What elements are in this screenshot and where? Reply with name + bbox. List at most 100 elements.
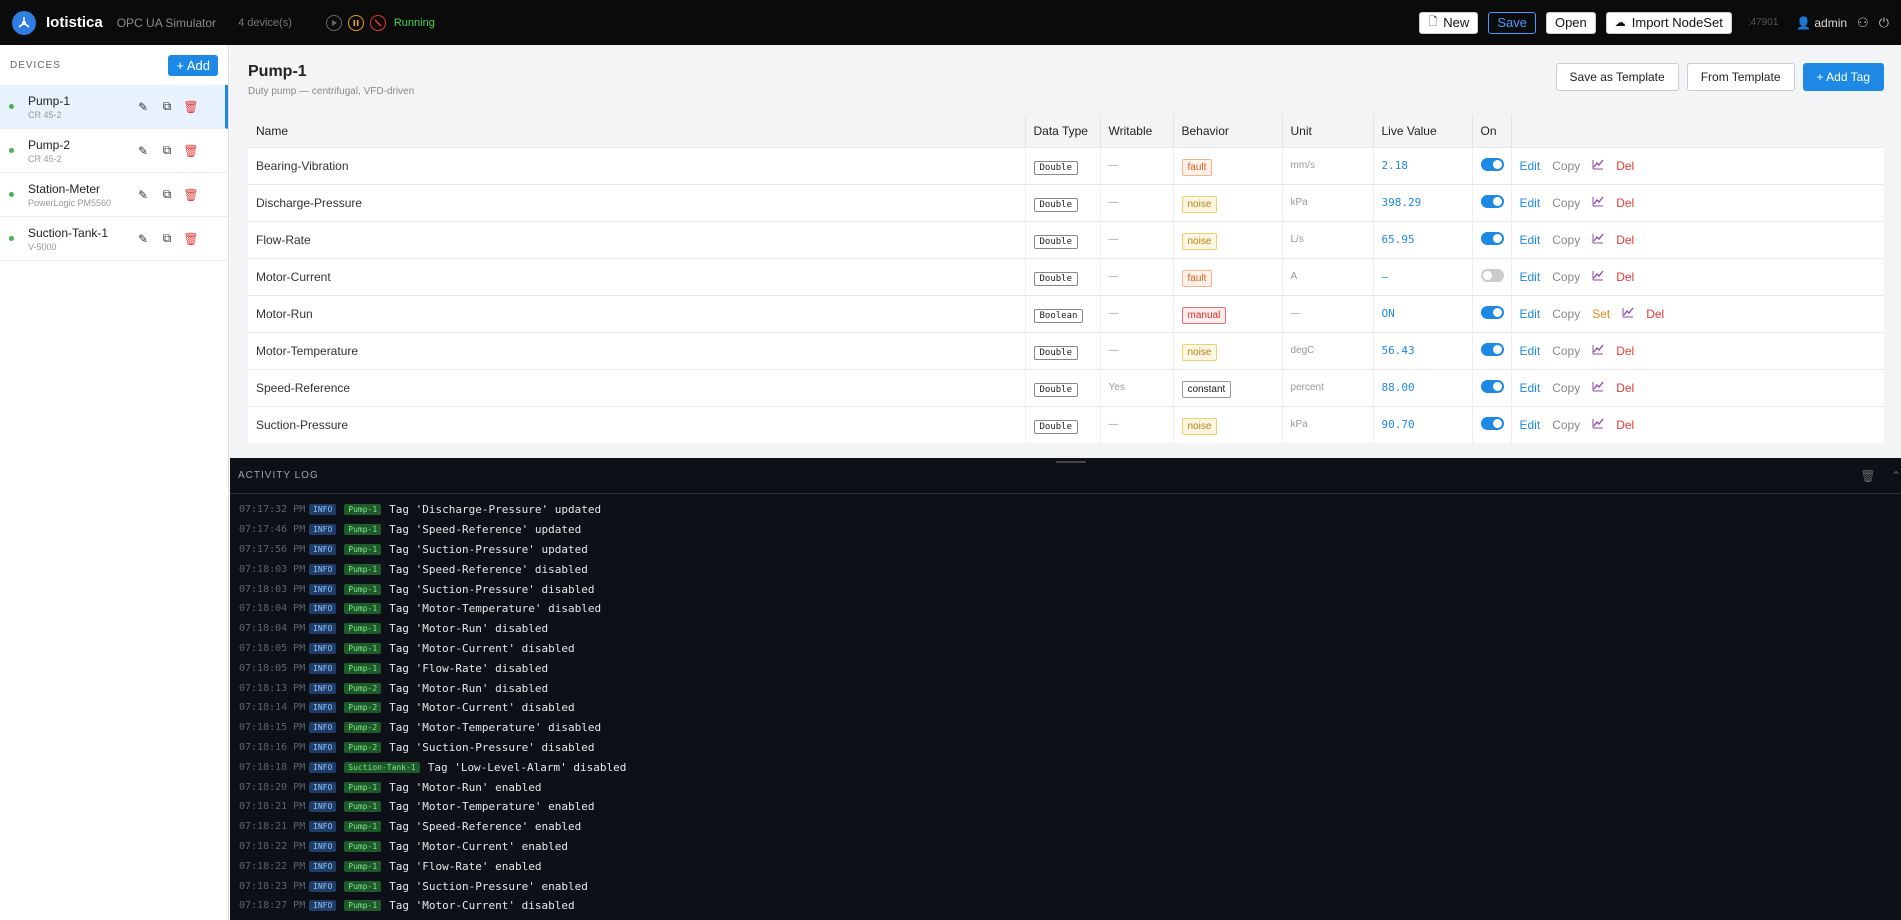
tag-unit: kPa [1281, 405, 1373, 443]
new-button[interactable]: 🗋 New [1419, 11, 1479, 34]
device-item[interactable]: Suction-Tank-1 V-5000 ✎ ⧉ 🗑 [0, 217, 228, 261]
collapse-icon[interactable]: ⌃ [1891, 469, 1901, 483]
save-as-template-button[interactable]: Save as Template [1555, 63, 1679, 91]
device-model: PowerLogic PM5560 [28, 197, 112, 208]
copy-tag-link[interactable]: Copy [1552, 307, 1580, 321]
tag-actions: Edit Copy Del [1510, 146, 1884, 184]
edit-tag-link[interactable]: Edit [1520, 270, 1541, 284]
delete-icon[interactable]: 🗑 [183, 232, 198, 246]
copy-tag-link[interactable]: Copy [1552, 159, 1580, 173]
chart-icon[interactable] [1592, 233, 1604, 247]
import-nodeset-button[interactable]: ☁ Import NodeSet [1605, 11, 1732, 34]
clear-log-icon[interactable]: 🗑 [1860, 469, 1875, 483]
edit-icon[interactable]: ✎ [136, 232, 150, 246]
users-icon[interactable]: ⚇ [1857, 15, 1869, 31]
tag-on-cell [1471, 220, 1511, 258]
duplicate-icon[interactable]: ⧉ [160, 187, 174, 202]
enable-toggle[interactable] [1480, 379, 1504, 393]
enable-toggle[interactable] [1480, 157, 1504, 171]
stop-icon[interactable] [369, 14, 386, 31]
log-message: Tag 'Suction-Pressure' updated [389, 542, 588, 556]
copy-tag-link[interactable]: Copy [1552, 270, 1580, 284]
save-button[interactable]: Save [1488, 11, 1536, 34]
data-type-badge: Double [1033, 160, 1079, 175]
delete-tag-link[interactable]: Del [1616, 159, 1634, 173]
top-bar: Iotistica OPC UA Simulator 4 device(s) R… [0, 0, 1901, 45]
from-template-button[interactable]: From Template [1686, 63, 1795, 91]
enable-toggle[interactable] [1480, 194, 1504, 208]
copy-tag-link[interactable]: Copy [1552, 233, 1580, 247]
device-model: CR 45-2 [28, 153, 62, 164]
delete-tag-link[interactable]: Del [1616, 381, 1634, 395]
log-message: Tag 'Suction-Pressure' disabled [389, 740, 595, 754]
tags-table: Name Data Type Writable Behavior Unit Li… [248, 115, 1884, 443]
log-message: Tag 'Speed-Reference' disabled [389, 562, 588, 576]
edit-tag-link[interactable]: Edit [1520, 418, 1541, 432]
log-level-badge: INFO [309, 524, 337, 536]
tag-unit: mm/s [1281, 146, 1373, 184]
log-timestamp: 07:18:27 PM [239, 900, 306, 912]
chart-icon[interactable] [1592, 270, 1604, 284]
log-timestamp: 07:18:18 PM [239, 761, 306, 773]
chart-icon[interactable] [1622, 307, 1634, 321]
copy-tag-link[interactable]: Copy [1552, 344, 1580, 358]
set-tag-link[interactable]: Set [1592, 307, 1610, 321]
column-header-live-value: Live Value [1372, 115, 1472, 147]
edit-icon[interactable]: ✎ [136, 100, 150, 114]
duplicate-icon[interactable]: ⧉ [160, 99, 174, 114]
copy-tag-link[interactable]: Copy [1552, 418, 1580, 432]
log-message: Tag 'Flow-Rate' disabled [389, 661, 549, 675]
edit-tag-link[interactable]: Edit [1520, 307, 1541, 321]
log-entry: 07:18:03 PM INFO Pump-1 Tag 'Speed-Referenc… [230, 559, 1901, 579]
chart-icon[interactable] [1592, 344, 1604, 358]
play-icon[interactable] [325, 14, 342, 31]
delete-icon[interactable]: 🗑 [183, 188, 198, 202]
user-menu[interactable]: 👤 admin [1796, 16, 1847, 30]
logout-icon[interactable]: ⏻ [1879, 15, 1889, 31]
edit-icon[interactable]: ✎ [136, 144, 150, 158]
delete-tag-link[interactable]: Del [1646, 307, 1664, 321]
chart-icon[interactable] [1592, 159, 1604, 173]
add-tag-button[interactable]: + Add Tag [1802, 63, 1884, 91]
delete-tag-link[interactable]: Del [1616, 270, 1634, 284]
resize-handle[interactable] [1056, 461, 1086, 463]
enable-toggle[interactable] [1480, 231, 1504, 245]
edit-tag-link[interactable]: Edit [1520, 159, 1541, 173]
pause-icon[interactable] [347, 14, 364, 31]
delete-tag-link[interactable]: Del [1616, 418, 1634, 432]
device-item[interactable]: Station-Meter PowerLogic PM5560 ✎ ⧉ 🗑 [0, 173, 228, 217]
enable-toggle[interactable] [1480, 416, 1504, 430]
log-device-badge: Pump-1 [344, 821, 382, 833]
behavior-badge: fault [1181, 269, 1213, 287]
enable-toggle[interactable] [1480, 342, 1504, 356]
add-device-button[interactable]: + Add [168, 54, 218, 76]
delete-tag-link[interactable]: Del [1616, 344, 1634, 358]
device-item[interactable]: Pump-2 CR 45-2 ✎ ⧉ 🗑 [0, 129, 228, 173]
delete-tag-link[interactable]: Del [1616, 196, 1634, 210]
delete-icon[interactable]: 🗑 [183, 144, 198, 158]
copy-tag-link[interactable]: Copy [1552, 196, 1580, 210]
open-button[interactable]: Open [1545, 11, 1596, 34]
log-level-badge: INFO [309, 682, 337, 694]
duplicate-icon[interactable]: ⧉ [160, 143, 174, 158]
delete-tag-link[interactable]: Del [1616, 233, 1634, 247]
device-status-dot [9, 104, 14, 109]
copy-tag-link[interactable]: Copy [1552, 381, 1580, 395]
chart-icon[interactable] [1592, 381, 1604, 395]
duplicate-icon[interactable]: ⧉ [160, 231, 174, 246]
enable-toggle[interactable] [1480, 305, 1504, 319]
enable-toggle[interactable] [1480, 268, 1504, 282]
log-message: Tag 'Low-Level-Alarm' disabled [427, 760, 627, 774]
edit-tag-link[interactable]: Edit [1520, 196, 1541, 210]
chart-icon[interactable] [1592, 196, 1604, 210]
delete-icon[interactable]: 🗑 [183, 100, 198, 114]
device-name: Station-Meter [28, 181, 101, 196]
chart-icon[interactable] [1592, 418, 1604, 432]
edit-tag-link[interactable]: Edit [1520, 344, 1541, 358]
edit-tag-link[interactable]: Edit [1520, 233, 1541, 247]
device-item[interactable]: Pump-1 CR 45-2 ✎ ⧉ 🗑 [0, 85, 228, 129]
edit-icon[interactable]: ✎ [136, 188, 150, 202]
edit-tag-link[interactable]: Edit [1520, 381, 1541, 395]
log-lines[interactable]: 07:17:32 PM INFO Pump-1 Tag 'Discharge-Pres… [230, 494, 1901, 918]
log-entry: 07:18:21 PM INFO Pump-1 Tag 'Speed-Referenc… [230, 817, 1901, 837]
